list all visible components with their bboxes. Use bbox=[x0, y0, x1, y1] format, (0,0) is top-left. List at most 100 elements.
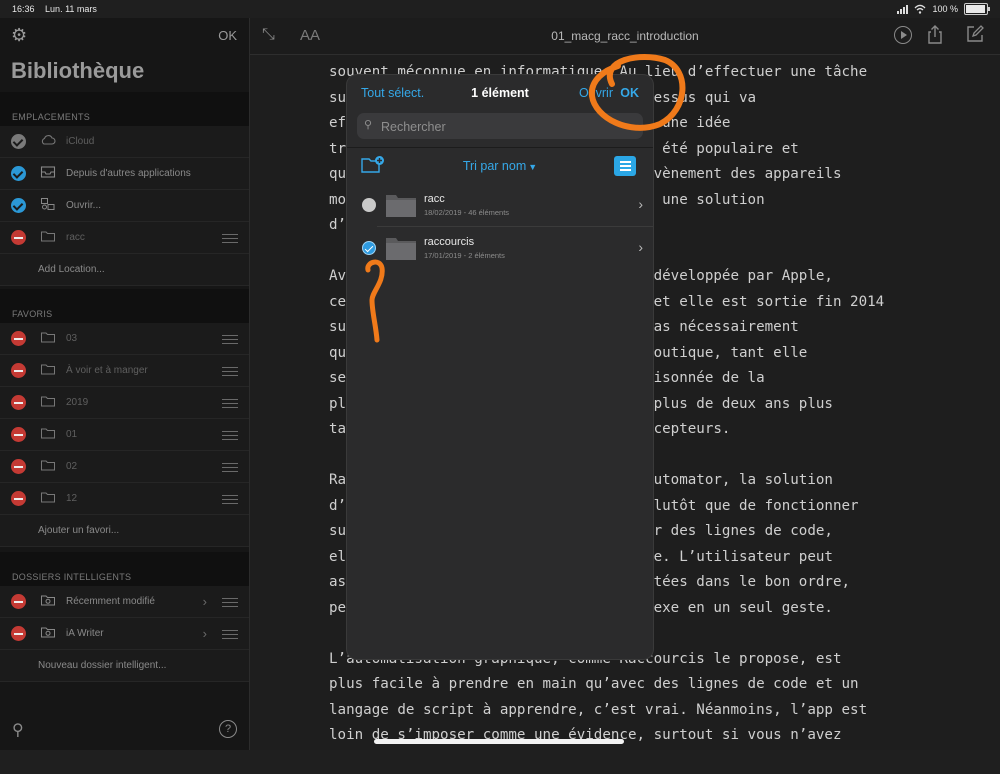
reorder-handle-icon[interactable] bbox=[222, 335, 238, 344]
delete-icon[interactable] bbox=[11, 459, 26, 474]
favorite-row[interactable]: 02 bbox=[0, 451, 249, 483]
wifi-icon bbox=[915, 4, 926, 14]
chevron-right-icon[interactable]: › bbox=[638, 239, 643, 255]
sort-dropdown[interactable]: Tri par nom ▼ bbox=[347, 159, 653, 173]
favorite-row[interactable]: À voir et à manger bbox=[0, 355, 249, 387]
reorder-handle-icon[interactable] bbox=[222, 630, 238, 639]
section-header: DOSSIERS INTELLIGENTS bbox=[0, 552, 249, 586]
favorite-label: 12 bbox=[66, 493, 78, 504]
delete-icon[interactable] bbox=[11, 331, 26, 346]
delete-icon[interactable] bbox=[11, 395, 26, 410]
favorite-label: À voir et à manger bbox=[66, 365, 148, 376]
add-location-button[interactable]: Add Location... bbox=[0, 254, 249, 286]
file-row-raccourcis[interactable]: raccourcis 17/01/2019 - 2 éléments › bbox=[347, 227, 653, 269]
preview-play-icon[interactable] bbox=[894, 26, 912, 44]
smart-folder-label: iA Writer bbox=[66, 628, 104, 639]
file-name: raccourcis bbox=[424, 236, 475, 248]
folder-icon bbox=[41, 428, 55, 439]
file-name: racc bbox=[424, 193, 445, 205]
location-row-racc[interactable]: racc bbox=[0, 222, 249, 254]
smart-folder-row[interactable]: Récemment modifié › bbox=[0, 586, 249, 618]
reorder-handle-icon[interactable] bbox=[222, 598, 238, 607]
smart-folder-icon bbox=[41, 627, 55, 638]
delete-icon[interactable] bbox=[11, 491, 26, 506]
sidebar: ⚙ OK Bibliothèque EMPLACEMENTS iCloud De… bbox=[0, 18, 250, 750]
favorite-row[interactable]: 01 bbox=[0, 419, 249, 451]
location-row-open[interactable]: Ouvrir... bbox=[0, 190, 249, 222]
select-circle-icon[interactable] bbox=[362, 198, 376, 212]
favorite-row[interactable]: 2019 bbox=[0, 387, 249, 419]
home-indicator[interactable] bbox=[374, 739, 624, 744]
smart-folders-section: DOSSIERS INTELLIGENTS Récemment modifié … bbox=[0, 552, 249, 682]
favorite-row[interactable]: 03 bbox=[0, 323, 249, 355]
delete-icon[interactable] bbox=[11, 427, 26, 442]
status-time: 16:36 bbox=[12, 4, 35, 14]
sidebar-ok-button[interactable]: OK bbox=[218, 28, 237, 43]
sidebar-toolbar: ⚙ OK bbox=[0, 18, 249, 54]
popover-header: Tout sélect. 1 élément Ouvrir OK bbox=[347, 75, 653, 111]
ok-button[interactable]: OK bbox=[620, 86, 639, 100]
document-title: 01_macg_racc_introduction bbox=[551, 29, 699, 43]
location-row-other-apps[interactable]: Depuis d'autres applications bbox=[0, 158, 249, 190]
sidebar-title: Bibliothèque bbox=[11, 58, 145, 83]
reorder-handle-icon[interactable] bbox=[222, 367, 238, 376]
chevron-right-icon[interactable]: › bbox=[203, 594, 207, 609]
file-row-racc[interactable]: racc 18/02/2019 - 46 éléments › bbox=[347, 184, 653, 226]
section-header: FAVORIS bbox=[0, 289, 249, 323]
delete-icon[interactable] bbox=[11, 363, 26, 378]
favorite-label: 03 bbox=[66, 333, 78, 344]
delete-icon[interactable] bbox=[11, 626, 26, 641]
status-bar: 16:36 Lun. 11 mars 100 % bbox=[0, 0, 1000, 18]
chevron-right-icon[interactable]: › bbox=[203, 626, 207, 641]
selected-check-icon[interactable] bbox=[362, 241, 376, 255]
check-icon[interactable] bbox=[11, 134, 26, 149]
divider bbox=[347, 147, 653, 148]
help-icon[interactable]: ? bbox=[219, 720, 237, 738]
favorite-row[interactable]: 12 bbox=[0, 483, 249, 515]
share-icon[interactable] bbox=[926, 25, 944, 45]
search-input[interactable] bbox=[379, 117, 633, 137]
add-smart-folder-button[interactable]: Nouveau dossier intelligent... bbox=[0, 650, 249, 682]
check-icon[interactable] bbox=[11, 166, 26, 181]
file-meta: 17/01/2019 - 2 éléments bbox=[424, 251, 505, 260]
open-button[interactable]: Ouvrir bbox=[579, 86, 613, 100]
gear-icon[interactable]: ⚙ bbox=[11, 25, 27, 46]
search-field: ⚲ bbox=[357, 113, 643, 139]
chevron-right-icon[interactable]: › bbox=[638, 196, 643, 212]
battery-icon bbox=[964, 3, 990, 15]
compose-icon[interactable] bbox=[966, 25, 984, 43]
search-icon[interactable]: ⚲ bbox=[12, 720, 24, 740]
status-date: Lun. 11 mars bbox=[45, 4, 97, 14]
location-row-icloud[interactable]: iCloud bbox=[0, 126, 249, 158]
sidebar-bottom-bar: ⚲ ? bbox=[0, 710, 249, 750]
smart-folder-row[interactable]: iA Writer › bbox=[0, 618, 249, 650]
folder-icon bbox=[41, 460, 55, 471]
search-icon: ⚲ bbox=[364, 119, 373, 131]
caret-down-icon: ▼ bbox=[528, 162, 538, 172]
cloud-icon bbox=[41, 135, 56, 145]
section-header: EMPLACEMENTS bbox=[0, 92, 249, 126]
reorder-handle-icon[interactable] bbox=[222, 463, 238, 472]
location-label: racc bbox=[66, 232, 85, 243]
add-favorite-button[interactable]: Ajouter un favori... bbox=[0, 515, 249, 547]
favorites-section: FAVORIS 03 À voir et à manger 2019 01 02 12 A… bbox=[0, 289, 249, 547]
list-view-icon[interactable] bbox=[614, 156, 636, 176]
document-line: langage de script à apprendre, c’est vra… bbox=[329, 701, 868, 718]
folder-icon bbox=[41, 364, 55, 375]
folder-icon bbox=[386, 195, 416, 217]
open-icon bbox=[41, 198, 55, 210]
delete-icon[interactable] bbox=[11, 594, 26, 609]
reorder-handle-icon[interactable] bbox=[222, 431, 238, 440]
reorder-handle-icon[interactable] bbox=[222, 234, 238, 243]
location-label: Ouvrir... bbox=[66, 200, 102, 211]
folder-icon bbox=[386, 238, 416, 260]
reorder-handle-icon[interactable] bbox=[222, 495, 238, 504]
favorite-label: 01 bbox=[66, 429, 78, 440]
check-icon[interactable] bbox=[11, 198, 26, 213]
delete-icon[interactable] bbox=[11, 230, 26, 245]
inbox-icon bbox=[40, 166, 56, 178]
folder-icon bbox=[41, 396, 55, 407]
reorder-handle-icon[interactable] bbox=[222, 399, 238, 408]
location-label: Depuis d'autres applications bbox=[66, 168, 191, 179]
editor-toolbar: ⤡ AA 01_macg_racc_introduction bbox=[250, 18, 1000, 55]
